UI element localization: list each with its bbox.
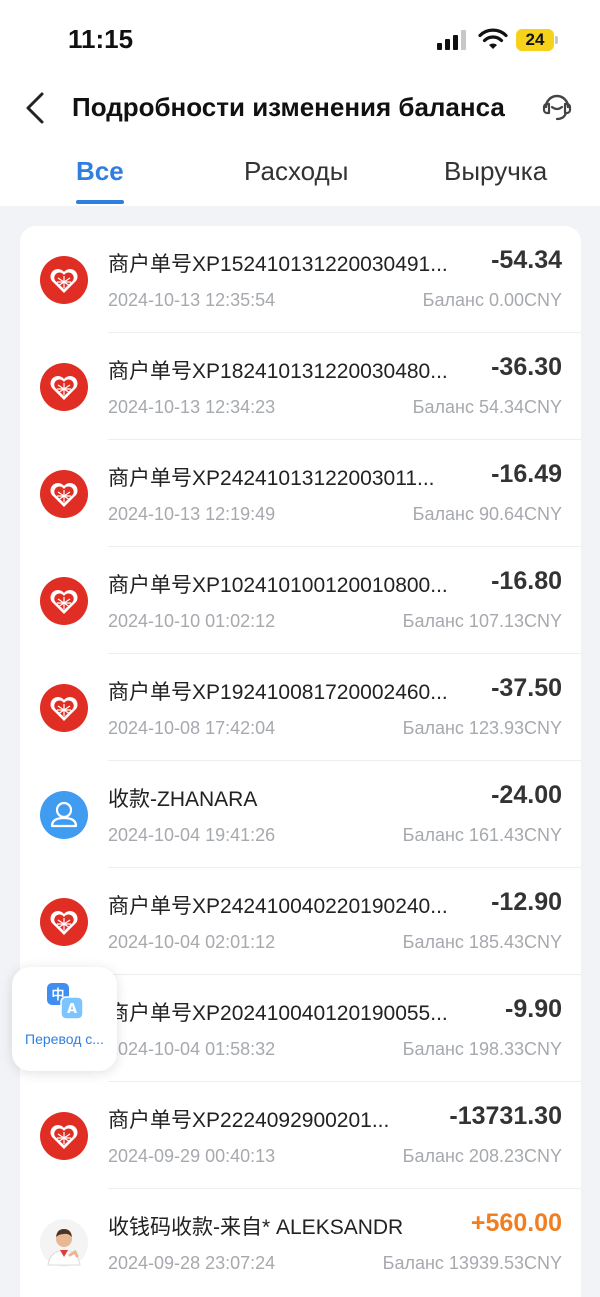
merchant-heart-icon [40,1112,88,1160]
translate-widget[interactable]: 中 A Перевод с... [12,967,117,1071]
transaction-amount: -16.49 [491,460,562,488]
active-tab-indicator [76,200,124,204]
transaction-row[interactable]: 商户单号XP102410100120010800... -16.80 2024-10… [20,547,581,654]
transaction-title: 商户单号XP242410040220190240... [108,895,448,918]
transaction-amount: -16.80 [491,567,562,595]
status-bar: 11:15 24 [0,0,600,80]
transaction-title: 商户单号XP24241013122003011... [108,467,435,490]
transaction-balance: Баланс 0.00CNY [422,290,562,310]
transaction-row[interactable]: 收钱码收款-来自* ALEKSANDR +560.00 2024-09-28 23:… [20,1189,581,1296]
customer-service-icon[interactable] [540,90,574,124]
status-time: 11:15 [68,24,134,54]
transaction-title: 商户单号XP152410131220030491... [108,253,448,276]
transaction-balance: Баланс 208.23CNY [402,1146,562,1166]
back-icon[interactable] [20,88,52,128]
transaction-row[interactable]: 商户单号XP24241013122003011... -16.49 2024-10-… [20,440,581,547]
tab-revenue[interactable]: Выручка [444,156,547,187]
transaction-list: 商户单号XP152410131220030491... -54.34 2024-10… [20,226,581,1297]
transaction-date: 2024-10-04 19:41:26 [108,825,276,845]
transaction-title: 商户单号XP202410040120190055... [108,1002,448,1025]
battery-tip [555,36,558,44]
transaction-amount: -24.00 [491,781,562,809]
transaction-balance: Баланс 90.64CNY [412,504,562,524]
transaction-amount: -12.90 [491,888,562,916]
transaction-title: 商户单号XP192410081720002460... [108,681,448,704]
merchant-heart-icon [40,363,88,411]
translate-icon: 中 A [47,983,84,1020]
wifi-icon [478,28,508,49]
transaction-date: 2024-10-04 02:01:12 [108,932,276,952]
transaction-title: 商户单号XP102410100120010800... [108,574,448,597]
transaction-title: 收钱码收款-来自* ALEKSANDR [108,1216,404,1239]
header-area: 11:15 24 Подробности изменения баланса В… [0,0,600,206]
merchant-heart-icon [40,684,88,732]
cellular-signal-icon [437,30,466,50]
transaction-amount: -37.50 [491,674,562,702]
transaction-amount: +560.00 [470,1209,562,1237]
filter-tabs: Все Расходы Выручка [0,150,600,206]
transaction-date: 2024-10-10 01:02:12 [108,611,276,631]
battery-indicator: 24 [516,29,558,51]
transaction-balance: Баланс 13939.53CNY [382,1253,562,1273]
transaction-balance: Баланс 161.43CNY [402,825,562,845]
transaction-row[interactable]: 商户单号XP2224092900201... -13731.30 2024-09-2… [20,1082,581,1189]
transaction-balance: Баланс 185.43CNY [402,932,562,952]
transaction-row[interactable]: 商户单号XP182410131220030480... -36.30 2024-10… [20,333,581,440]
transaction-date: 2024-10-13 12:19:49 [108,504,276,524]
merchant-heart-icon [40,898,88,946]
page-title: Подробности изменения баланса [72,92,505,122]
transaction-date: 2024-10-08 17:42:04 [108,718,276,738]
transaction-date: 2024-10-13 12:34:23 [108,397,276,417]
transaction-balance: Баланс 123.93CNY [402,718,562,738]
transaction-row[interactable]: 商户单号XP192410081720002460... -37.50 2024-10… [20,654,581,761]
navigation-bar: Подробности изменения баланса [0,80,600,136]
tab-expenses[interactable]: Расходы [244,156,348,187]
transaction-title: 商户单号XP2224092900201... [108,1109,390,1132]
transaction-row[interactable]: 商户单号XP152410131220030491... -54.34 2024-10… [20,226,581,333]
person-photo-icon [40,1219,88,1267]
battery-level: 24 [516,29,554,51]
user-avatar-icon [40,791,88,839]
tab-all[interactable]: Все [76,156,124,187]
merchant-heart-icon [40,256,88,304]
transaction-amount: -9.90 [505,995,562,1023]
transaction-balance: Баланс 198.33CNY [402,1039,562,1059]
transaction-title: 收款-ZHANARA [108,788,258,811]
transaction-date: 2024-09-28 23:07:24 [108,1253,276,1273]
transaction-balance: Баланс 54.34CNY [412,397,562,417]
transaction-balance: Баланс 107.13CNY [402,611,562,631]
transaction-amount: -54.34 [491,246,562,274]
transaction-title: 商户单号XP182410131220030480... [108,360,448,383]
translate-label: Перевод с... [25,1031,104,1047]
transaction-row[interactable]: 商户单号XP242410040220190240... -12.90 2024-10… [20,868,581,975]
merchant-heart-icon [40,577,88,625]
transaction-row[interactable]: 收款-ZHANARA -24.00 2024-10-04 19:41:26 Балан… [20,761,581,868]
transaction-date: 2024-10-04 01:58:32 [108,1039,276,1059]
transaction-amount: -36.30 [491,353,562,381]
transaction-amount: -13731.30 [449,1102,562,1130]
svg-text:A: A [67,1002,77,1017]
merchant-heart-icon [40,470,88,518]
transaction-date: 2024-10-13 12:35:54 [108,290,276,310]
transaction-date: 2024-09-29 00:40:13 [108,1146,276,1166]
